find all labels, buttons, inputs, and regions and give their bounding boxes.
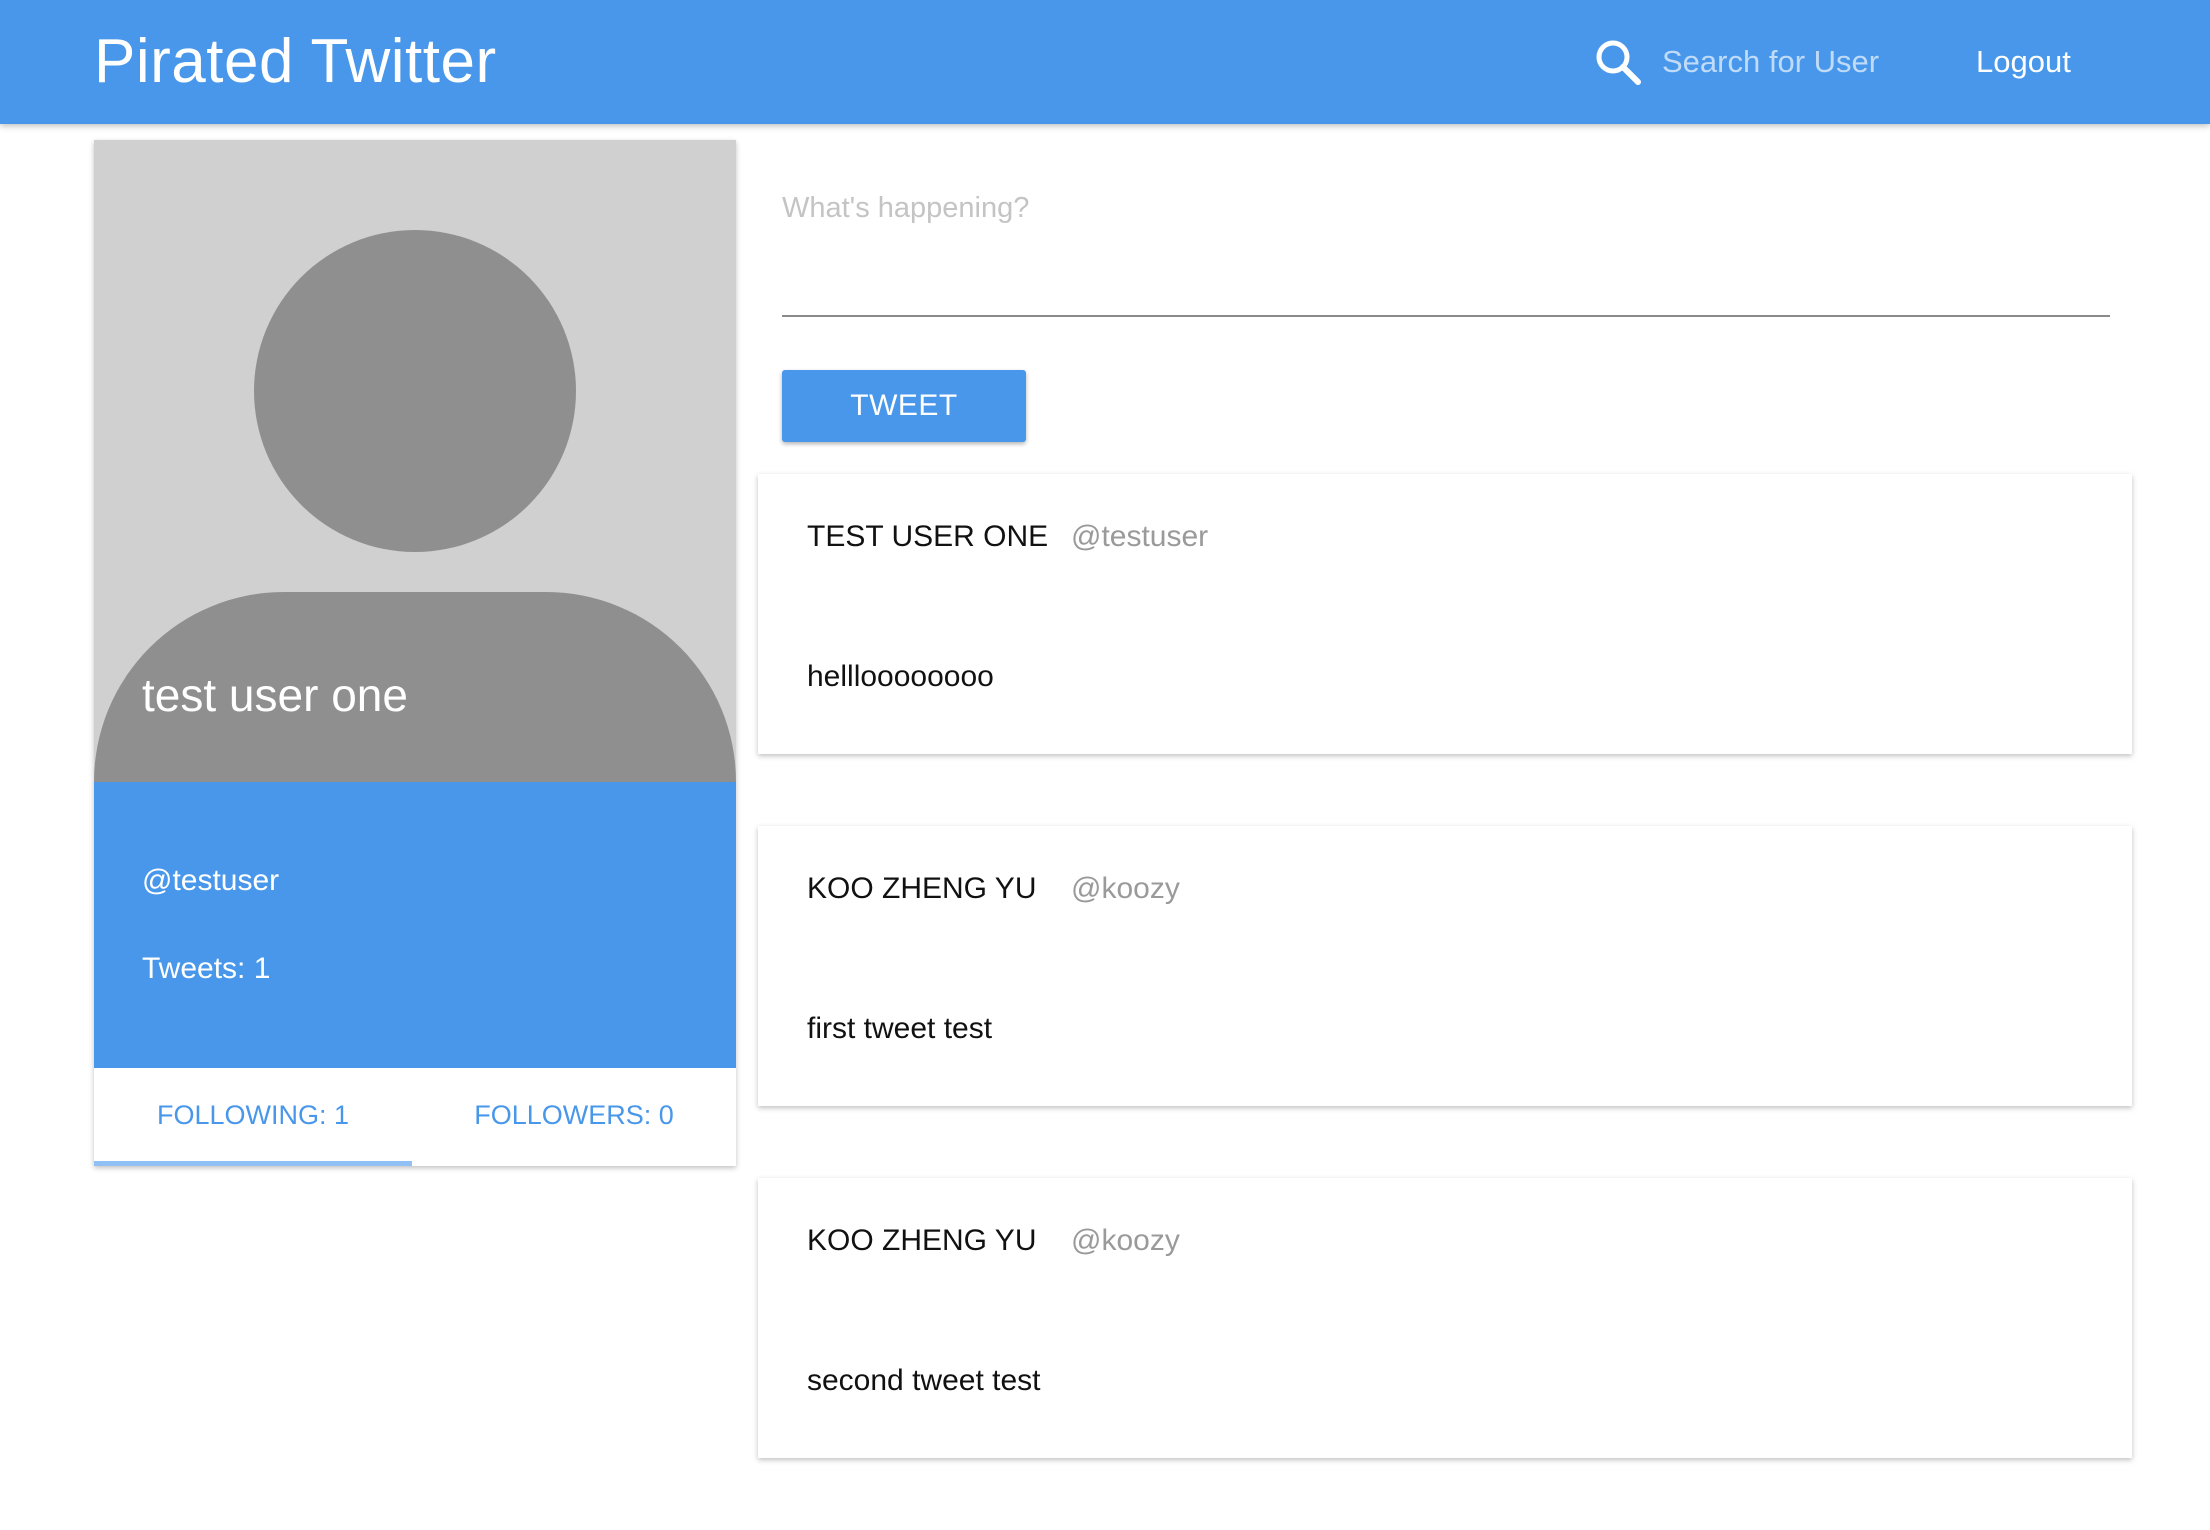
app-title: Pirated Twitter bbox=[94, 27, 497, 96]
profile-handle: @testuser bbox=[142, 864, 280, 897]
app-bar: Pirated Twitter Logout bbox=[0, 0, 2210, 124]
tweet-compose-input[interactable] bbox=[782, 180, 2110, 236]
tweet-text: first tweet test bbox=[807, 1012, 993, 1045]
tweet-feed: TEST USER ONE @testuser hellloooooooo KO… bbox=[758, 474, 2132, 1530]
profile-name: test user one bbox=[142, 669, 408, 721]
tweet-author-name[interactable]: TEST USER ONE bbox=[807, 520, 1048, 554]
tab-following[interactable]: FOLLOWING: 1 bbox=[94, 1068, 412, 1166]
search-bar bbox=[1592, 36, 1892, 88]
profile-tweet-count: Tweets: 1 bbox=[142, 952, 271, 985]
profile-card: test user one @testuser Tweets: 1 FOLLOW… bbox=[94, 140, 736, 1166]
tweet-author-handle[interactable]: @testuser bbox=[1071, 520, 1208, 554]
avatar: test user one bbox=[94, 140, 736, 782]
tweet-card: KOO ZHENG YU @koozy second tweet test bbox=[758, 1178, 2132, 1458]
compose-input-underline bbox=[782, 315, 2110, 317]
avatar-head-shape bbox=[254, 230, 576, 552]
tweet-author-handle[interactable]: @koozy bbox=[1071, 1224, 1180, 1258]
tweet-author-handle[interactable]: @koozy bbox=[1071, 872, 1180, 906]
tweet-author-name[interactable]: KOO ZHENG YU bbox=[807, 1224, 1036, 1258]
profile-info: @testuser Tweets: 1 bbox=[94, 782, 736, 1068]
search-input[interactable] bbox=[1662, 40, 1892, 84]
tab-followers[interactable]: FOLLOWERS: 0 bbox=[412, 1068, 736, 1166]
tweet-button[interactable]: TWEET bbox=[782, 370, 1026, 442]
profile-tabs: FOLLOWING: 1 FOLLOWERS: 0 bbox=[94, 1068, 736, 1166]
tweet-text: hellloooooooo bbox=[807, 660, 994, 693]
search-icon[interactable] bbox=[1592, 36, 1644, 88]
active-tab-indicator bbox=[94, 1161, 412, 1166]
tweet-card: KOO ZHENG YU @koozy first tweet test bbox=[758, 826, 2132, 1106]
tweet-card: TEST USER ONE @testuser hellloooooooo bbox=[758, 474, 2132, 754]
tweet-author-name[interactable]: KOO ZHENG YU bbox=[807, 872, 1036, 906]
logout-button[interactable]: Logout bbox=[1960, 36, 2087, 88]
tweet-text: second tweet test bbox=[807, 1364, 1041, 1397]
